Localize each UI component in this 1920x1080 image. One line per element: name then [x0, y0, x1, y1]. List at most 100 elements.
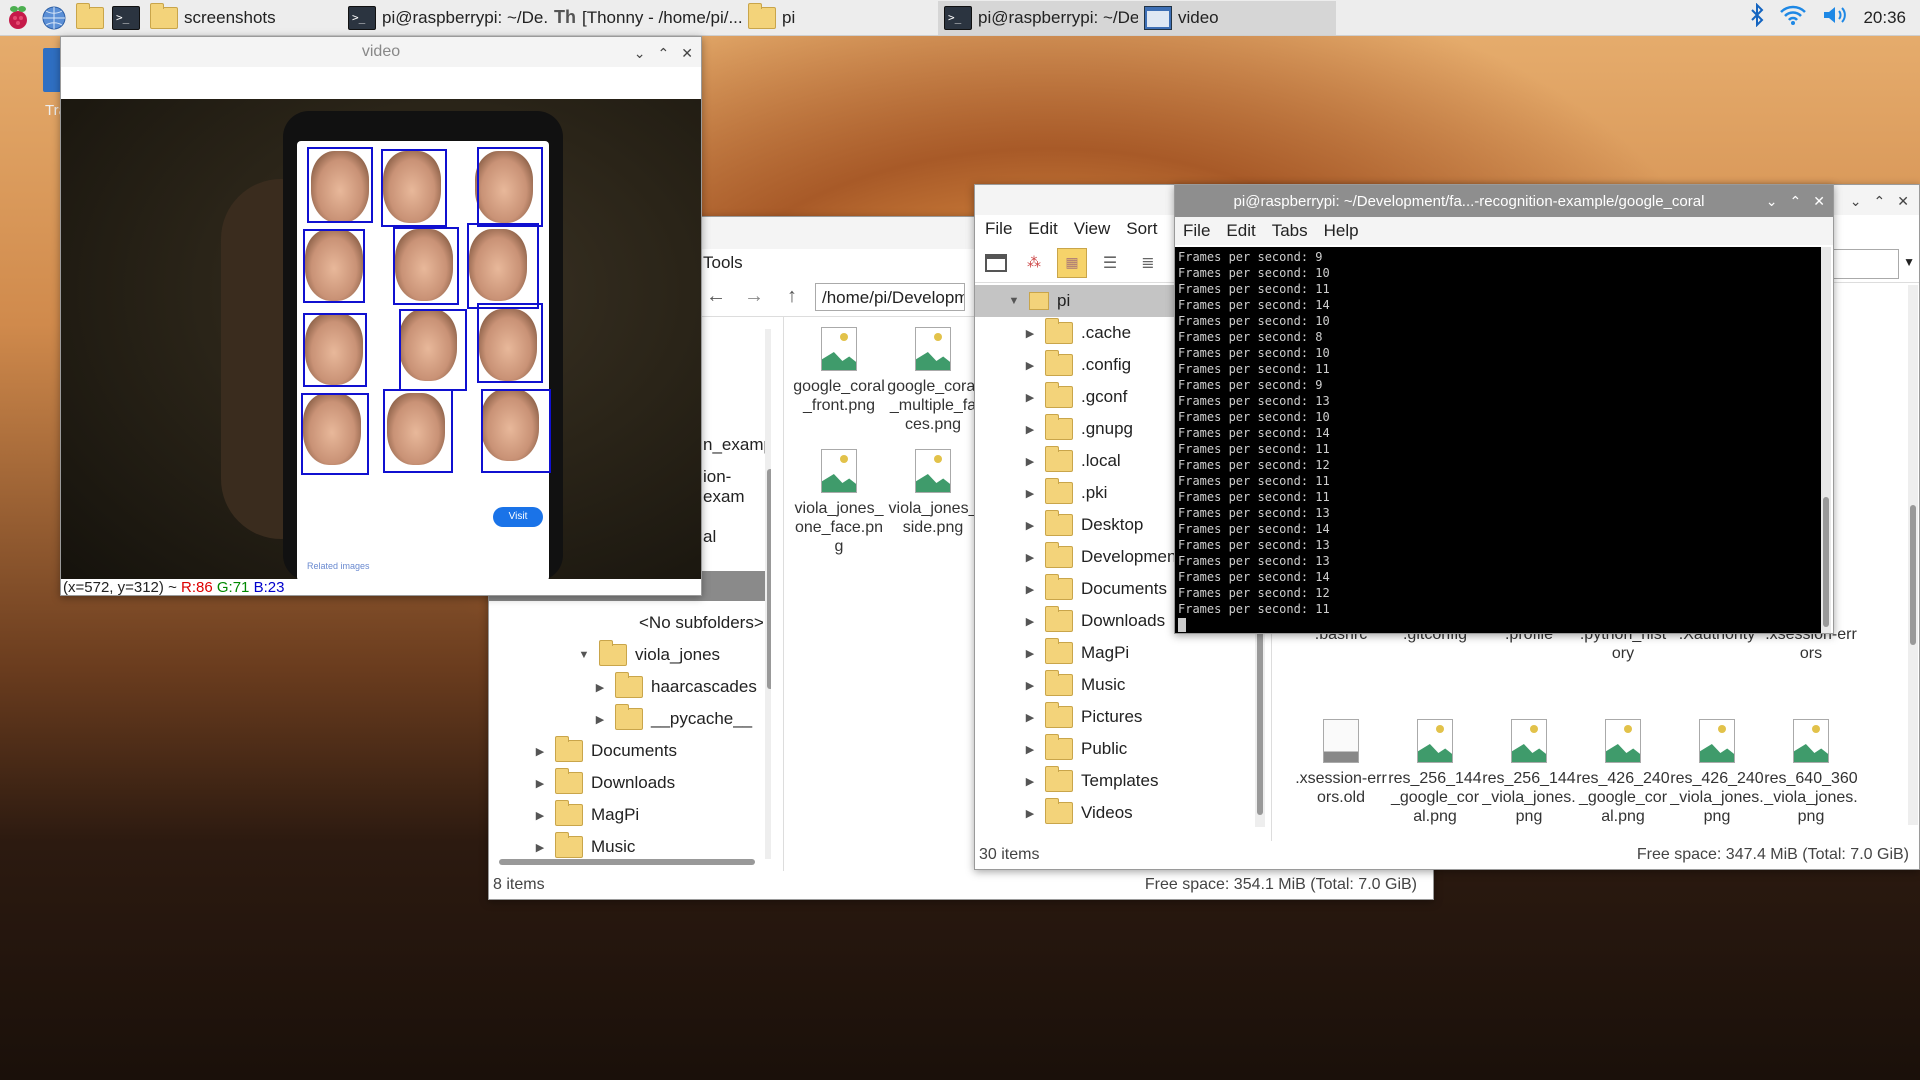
task-terminal-2[interactable]: >_ pi@raspberrypi: ~/De... — [938, 0, 1138, 35]
maximize-icon[interactable]: ⌃ — [1874, 193, 1886, 210]
file-scrollbar[interactable] — [1908, 285, 1918, 825]
chevron-right-icon[interactable]: ▶ — [533, 745, 547, 758]
view-list-icon[interactable]: ≣ — [1133, 248, 1163, 278]
chevron-down-icon[interactable]: ▼ — [577, 649, 591, 661]
chevron-right-icon[interactable]: ▶ — [1023, 519, 1037, 532]
tree-item-downloads[interactable]: ▶ Downloads — [489, 767, 771, 799]
task-thonny[interactable]: Th [Thonny - /home/pi/... — [548, 1, 742, 35]
maximize-icon[interactable]: ⌃ — [658, 45, 670, 62]
clock[interactable]: 20:36 — [1863, 8, 1906, 28]
volume-icon[interactable] — [1821, 4, 1849, 31]
chevron-right-icon[interactable]: ▶ — [533, 841, 547, 854]
menu-file[interactable]: File — [985, 219, 1012, 239]
file-google-coral-multiple-faces[interactable]: google_coral_multiple_faces.png — [886, 327, 980, 435]
raspberry-menu-icon[interactable] — [0, 0, 36, 36]
chevron-right-icon[interactable]: ▶ — [1023, 711, 1037, 724]
file-item[interactable]: res_256_144_viola_jones.png — [1482, 719, 1576, 827]
tree-item-pictures[interactable]: ▶ Pictures — [975, 701, 1265, 733]
up-arrow-icon[interactable]: ↑ — [777, 282, 807, 312]
terminal-line: Frames per second: 9 — [1178, 378, 1323, 392]
menu-edit[interactable]: Edit — [1226, 221, 1255, 241]
file-viola-jones-side[interactable]: viola_jones_side.png — [886, 449, 980, 557]
view-grid-icon[interactable]: ▦ — [1057, 247, 1087, 278]
terminal-output[interactable]: Frames per second: 9 Frames per second: 1… — [1175, 247, 1821, 633]
tree-item-templates[interactable]: ▶ Templates — [975, 765, 1265, 797]
chevron-right-icon[interactable]: ▶ — [1023, 679, 1037, 692]
menu-tools[interactable]: Tools — [703, 253, 743, 273]
chevron-right-icon[interactable]: ▶ — [1023, 455, 1037, 468]
tree-item-magpi[interactable]: ▶ MagPi — [975, 637, 1265, 669]
view-compact-icon[interactable]: ☰ — [1095, 248, 1125, 278]
chevron-right-icon[interactable]: ▶ — [1023, 775, 1037, 788]
tree-item-public[interactable]: ▶ Public — [975, 733, 1265, 765]
chevron-right-icon[interactable]: ▶ — [1023, 359, 1037, 372]
task-video[interactable]: video — [1138, 0, 1336, 35]
file-google-coral-front[interactable]: google_coral_front.png — [792, 327, 886, 435]
file-manager-launcher-icon[interactable] — [72, 0, 108, 36]
chevron-right-icon[interactable]: ▶ — [1023, 423, 1037, 436]
chevron-right-icon[interactable]: ▶ — [1023, 743, 1037, 756]
terminal-line: Frames per second: 14 — [1178, 426, 1330, 440]
chevron-right-icon[interactable]: ▶ — [533, 809, 547, 822]
task-pi[interactable]: pi — [742, 1, 938, 35]
tree-item-music[interactable]: ▶ Music — [975, 669, 1265, 701]
menu-help[interactable]: Help — [1324, 221, 1359, 241]
view-icons-icon[interactable]: ⁂ — [1019, 248, 1049, 278]
file-item[interactable]: .xsession-errors.old — [1294, 719, 1388, 827]
file-viola-jones-one-face[interactable]: viola_jones_one_face.png — [792, 449, 886, 557]
chevron-right-icon[interactable]: ▶ — [1023, 583, 1037, 596]
image-file-icon — [1511, 719, 1547, 763]
terminal-scrollbar[interactable] — [1821, 247, 1831, 633]
minimize-icon[interactable]: ⌄ — [1766, 193, 1778, 210]
file-item[interactable]: res_256_144_google_coral.png — [1388, 719, 1482, 827]
chevron-right-icon[interactable]: ▶ — [1023, 327, 1037, 340]
task-screenshots[interactable]: screenshots — [144, 1, 342, 35]
bluetooth-icon[interactable] — [1749, 2, 1765, 32]
maximize-icon[interactable]: ⌃ — [1790, 193, 1802, 210]
chevron-down-icon[interactable]: ▼ — [1903, 255, 1915, 269]
close-icon[interactable]: ✕ — [1813, 193, 1825, 210]
back-arrow-icon[interactable]: ← — [701, 282, 731, 312]
menu-file[interactable]: File — [1183, 221, 1210, 241]
tree-item-videos[interactable]: ▶ Videos — [975, 797, 1265, 829]
chevron-right-icon[interactable]: ▶ — [1023, 647, 1037, 660]
file-item[interactable]: res_426_240_viola_jones.png — [1670, 719, 1764, 827]
face-detection-box — [467, 223, 539, 309]
menu-view[interactable]: View — [1074, 219, 1111, 239]
chevron-right-icon[interactable]: ▶ — [593, 713, 607, 726]
forward-arrow-icon[interactable]: → — [739, 282, 769, 312]
path-field[interactable]: /home/pi/Developme — [815, 282, 965, 311]
tree-item-magpi[interactable]: ▶ MagPi — [489, 799, 771, 831]
wifi-icon[interactable] — [1779, 4, 1807, 31]
chevron-right-icon[interactable]: ▶ — [1023, 615, 1037, 628]
close-icon[interactable]: ✕ — [681, 45, 693, 62]
menu-tabs[interactable]: Tabs — [1272, 221, 1308, 241]
tree-item-viola-jones[interactable]: ▼ viola_jones — [489, 639, 771, 671]
new-window-icon[interactable] — [981, 248, 1011, 278]
file-item[interactable]: res_640_360_viola_jones.png — [1764, 719, 1858, 827]
folder-icon — [1045, 478, 1073, 504]
chevron-down-icon[interactable]: ▼ — [1007, 295, 1021, 307]
chevron-right-icon[interactable]: ▶ — [533, 777, 547, 790]
close-icon[interactable]: ✕ — [1897, 193, 1909, 210]
tree-item-haarcascades[interactable]: ▶ haarcascades — [489, 671, 771, 703]
file-item[interactable]: res_426_240_google_coral.png — [1576, 719, 1670, 827]
minimize-icon[interactable]: ⌄ — [1850, 193, 1862, 210]
chevron-right-icon[interactable]: ▶ — [593, 681, 607, 694]
task-terminal-1[interactable]: >_ pi@raspberrypi: ~/De... — [342, 1, 548, 35]
chevron-right-icon[interactable]: ▶ — [1023, 551, 1037, 564]
tree-item-documents[interactable]: ▶ Documents — [489, 735, 771, 767]
chevron-right-icon[interactable]: ▶ — [1023, 487, 1037, 500]
tree-item-pycache[interactable]: ▶ __pycache__ — [489, 703, 771, 735]
menu-sort[interactable]: Sort — [1126, 219, 1157, 239]
chevron-right-icon[interactable]: ▶ — [1023, 391, 1037, 404]
web-browser-icon[interactable] — [36, 0, 72, 36]
tree-scrollbar[interactable] — [765, 329, 771, 859]
tree-hscrollbar[interactable] — [499, 859, 755, 865]
chevron-right-icon[interactable]: ▶ — [1023, 807, 1037, 820]
search-field[interactable] — [1829, 249, 1899, 279]
terminal-launcher-icon[interactable]: >_ — [108, 0, 144, 36]
minimize-icon[interactable]: ⌄ — [634, 45, 646, 62]
terminal-line: Frames per second: 13 — [1178, 506, 1330, 520]
menu-edit[interactable]: Edit — [1028, 219, 1057, 239]
